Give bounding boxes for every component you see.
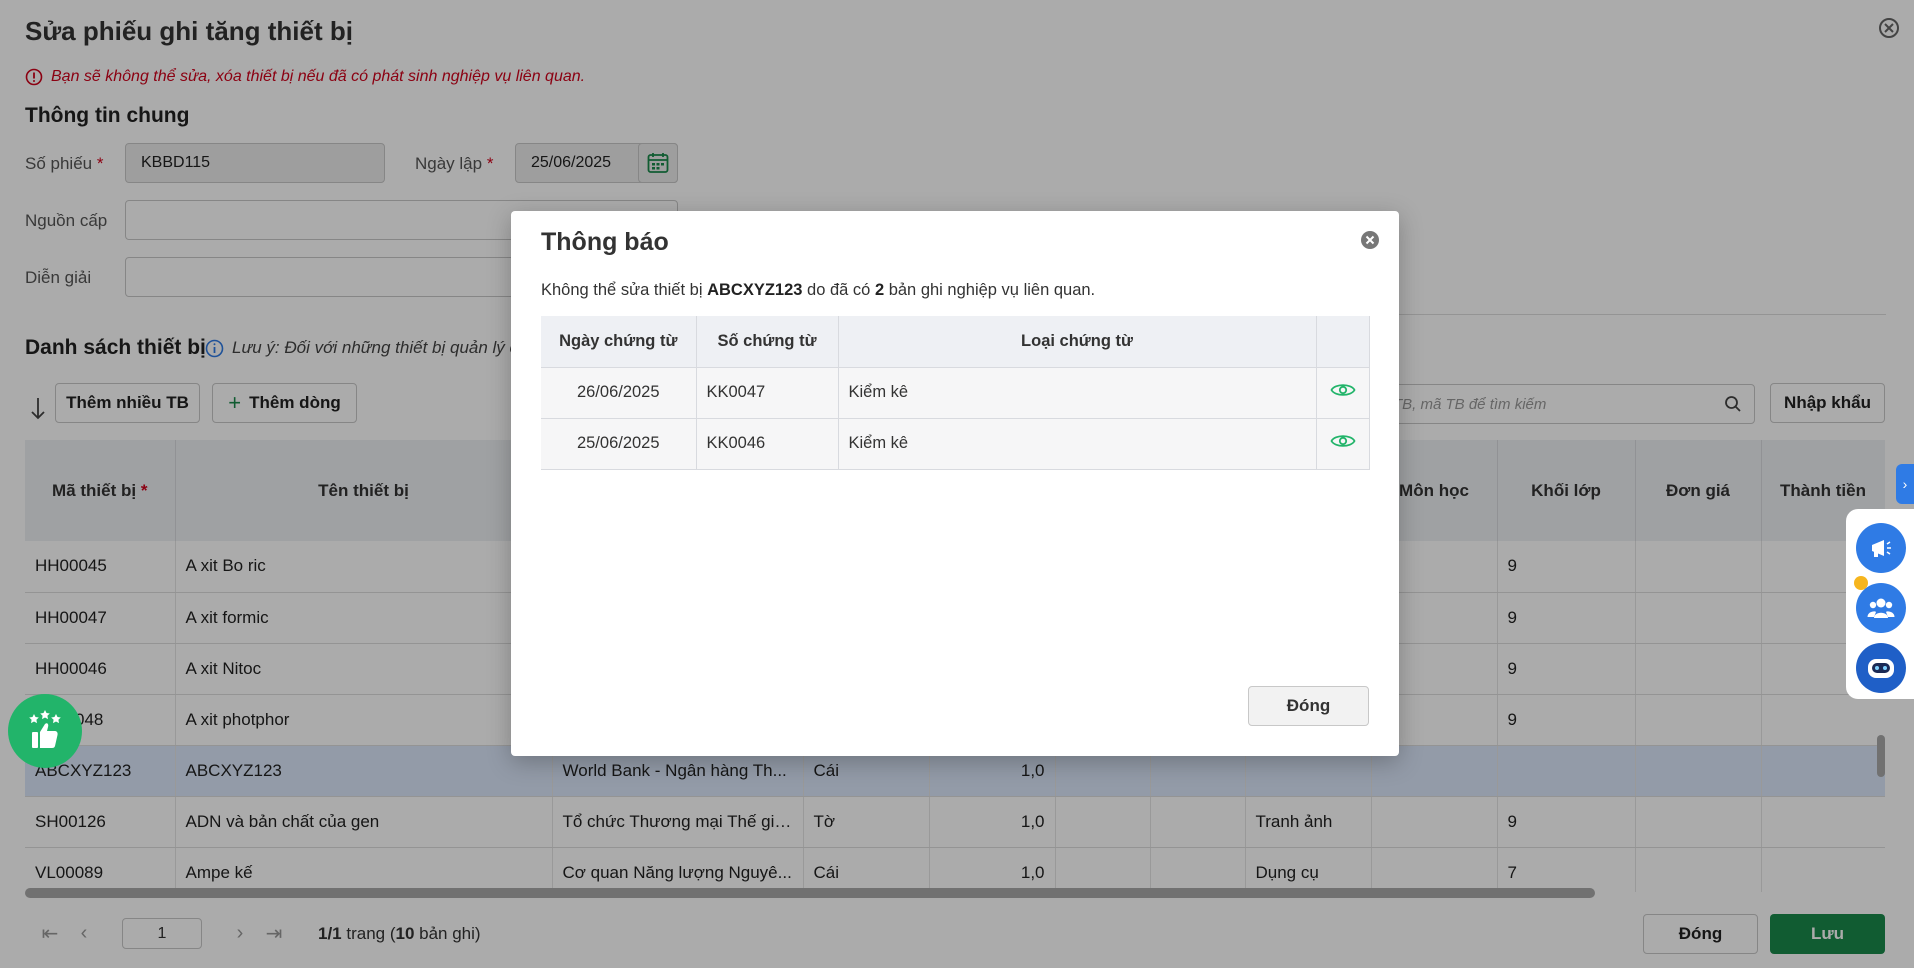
close-icon[interactable]	[1359, 229, 1381, 251]
table-row: 25/06/2025 KK0046 Kiểm kê	[541, 418, 1370, 470]
view-action[interactable]	[1316, 367, 1370, 419]
side-panel	[1846, 509, 1914, 699]
cell-doc-type: Kiểm kê	[838, 418, 1317, 470]
notification-modal: Thông báo Không thể sửa thiết bị ABCXYZ1…	[511, 211, 1399, 756]
users-icon	[1867, 598, 1895, 618]
rating-button[interactable]	[8, 694, 82, 768]
cell-doc-number: KK0046	[696, 418, 839, 470]
cell-date: 26/06/2025	[541, 367, 697, 419]
community-button[interactable]	[1856, 583, 1906, 633]
cell-date: 25/06/2025	[541, 418, 697, 470]
related-documents-table: Ngày chứng từ Số chứng từ Loại chứng từ …	[541, 316, 1370, 470]
side-panel-toggle[interactable]: ›	[1896, 464, 1914, 504]
modal-message: Không thể sửa thiết bị ABCXYZ123 do đã c…	[541, 281, 1096, 299]
column-header: Số chứng từ	[696, 316, 839, 368]
eye-icon[interactable]	[1329, 432, 1356, 450]
table-row: 26/06/2025 KK0047 Kiểm kê	[541, 367, 1370, 419]
modal-title: Thông báo	[541, 228, 669, 256]
eye-icon[interactable]	[1329, 381, 1356, 399]
view-action[interactable]	[1316, 418, 1370, 470]
chatbot-button[interactable]	[1856, 643, 1906, 693]
robot-icon	[1868, 659, 1894, 678]
table-header-row: Ngày chứng từ Số chứng từ Loại chứng từ	[541, 316, 1370, 368]
megaphone-icon	[1872, 540, 1891, 557]
cell-doc-type: Kiểm kê	[838, 367, 1317, 419]
column-header: Loại chứng từ	[838, 316, 1317, 368]
modal-close-button[interactable]: Đóng	[1248, 686, 1369, 726]
cell-doc-number: KK0047	[696, 367, 839, 419]
announcement-button[interactable]	[1856, 523, 1906, 573]
thumbs-up-icon	[29, 710, 61, 748]
column-header: Ngày chứng từ	[541, 316, 697, 368]
column-header	[1316, 316, 1370, 368]
